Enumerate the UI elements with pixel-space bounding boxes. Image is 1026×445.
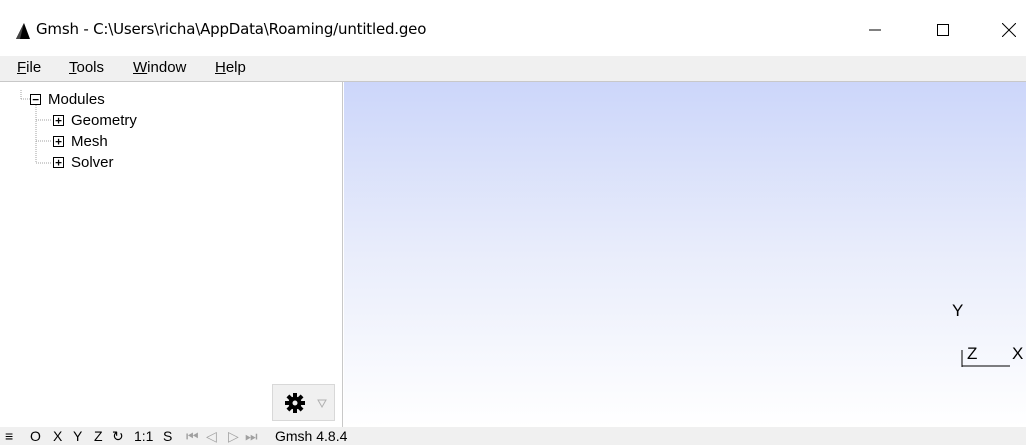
first-step-icon[interactable]: ⏮ bbox=[186, 428, 199, 445]
play-icon[interactable]: ▷ bbox=[228, 428, 239, 445]
rotate-icon[interactable]: ↻ bbox=[112, 428, 124, 445]
module-tree-panel: − Modules + Geometry + Mesh + Solver bbox=[0, 82, 343, 427]
select-s-button[interactable]: S bbox=[163, 428, 172, 444]
axis-label-y: Y bbox=[952, 301, 964, 320]
view-z-button[interactable]: Z bbox=[94, 428, 103, 444]
menu-bar: File Tools Window Help bbox=[0, 56, 1026, 82]
tree-node-label: Solver bbox=[71, 154, 114, 171]
collapse-icon[interactable]: − bbox=[30, 94, 41, 105]
triangle-down-icon bbox=[317, 399, 327, 408]
expand-icon[interactable]: + bbox=[53, 136, 64, 147]
next-step-icon[interactable]: ⏭ bbox=[245, 428, 258, 445]
maximize-icon bbox=[937, 24, 949, 36]
gmsh-logo-icon bbox=[16, 23, 30, 39]
gear-icon bbox=[285, 393, 305, 413]
minimize-button[interactable] bbox=[852, 10, 898, 50]
menu-tools[interactable]: Tools bbox=[69, 59, 104, 76]
minimize-icon bbox=[869, 29, 881, 31]
tree-node-label: Mesh bbox=[71, 133, 108, 150]
menu-file[interactable]: File bbox=[17, 59, 41, 76]
axes-indicator bbox=[961, 350, 1010, 367]
scale-1-1-button[interactable]: 1:1 bbox=[134, 428, 153, 444]
view-y-button[interactable]: Y bbox=[73, 428, 82, 444]
tree-node-label: Modules bbox=[48, 91, 105, 108]
close-button[interactable] bbox=[986, 10, 1026, 50]
axis-label-x: X bbox=[1012, 344, 1024, 363]
menu-window[interactable]: Window bbox=[133, 59, 186, 76]
view-x-button[interactable]: X bbox=[53, 428, 62, 444]
prev-step-icon[interactable]: ◁ bbox=[206, 428, 217, 445]
maximize-button[interactable] bbox=[920, 10, 966, 50]
close-icon bbox=[1002, 23, 1016, 37]
tree-node-label: Geometry bbox=[71, 112, 137, 129]
expand-icon[interactable]: + bbox=[53, 115, 64, 126]
graphics-viewport[interactable]: Y Z X bbox=[344, 82, 1026, 427]
window-title: Gmsh - C:\Users\richa\AppData\Roaming/un… bbox=[36, 20, 427, 38]
menu-toggle-icon[interactable]: ≡ bbox=[5, 428, 13, 444]
status-bar: ≡ O X Y Z ↻ 1:1 S ⏮ ◁ ▷ ⏭ Gmsh 4.8.4 bbox=[0, 427, 1026, 445]
expand-icon[interactable]: + bbox=[53, 157, 64, 168]
view-reset-o-button[interactable]: O bbox=[30, 428, 41, 444]
title-bar: Gmsh - C:\Users\richa\AppData\Roaming/un… bbox=[0, 0, 1026, 56]
version-label: Gmsh 4.8.4 bbox=[275, 428, 348, 444]
options-gear-button[interactable] bbox=[272, 384, 335, 421]
menu-help[interactable]: Help bbox=[215, 59, 246, 76]
